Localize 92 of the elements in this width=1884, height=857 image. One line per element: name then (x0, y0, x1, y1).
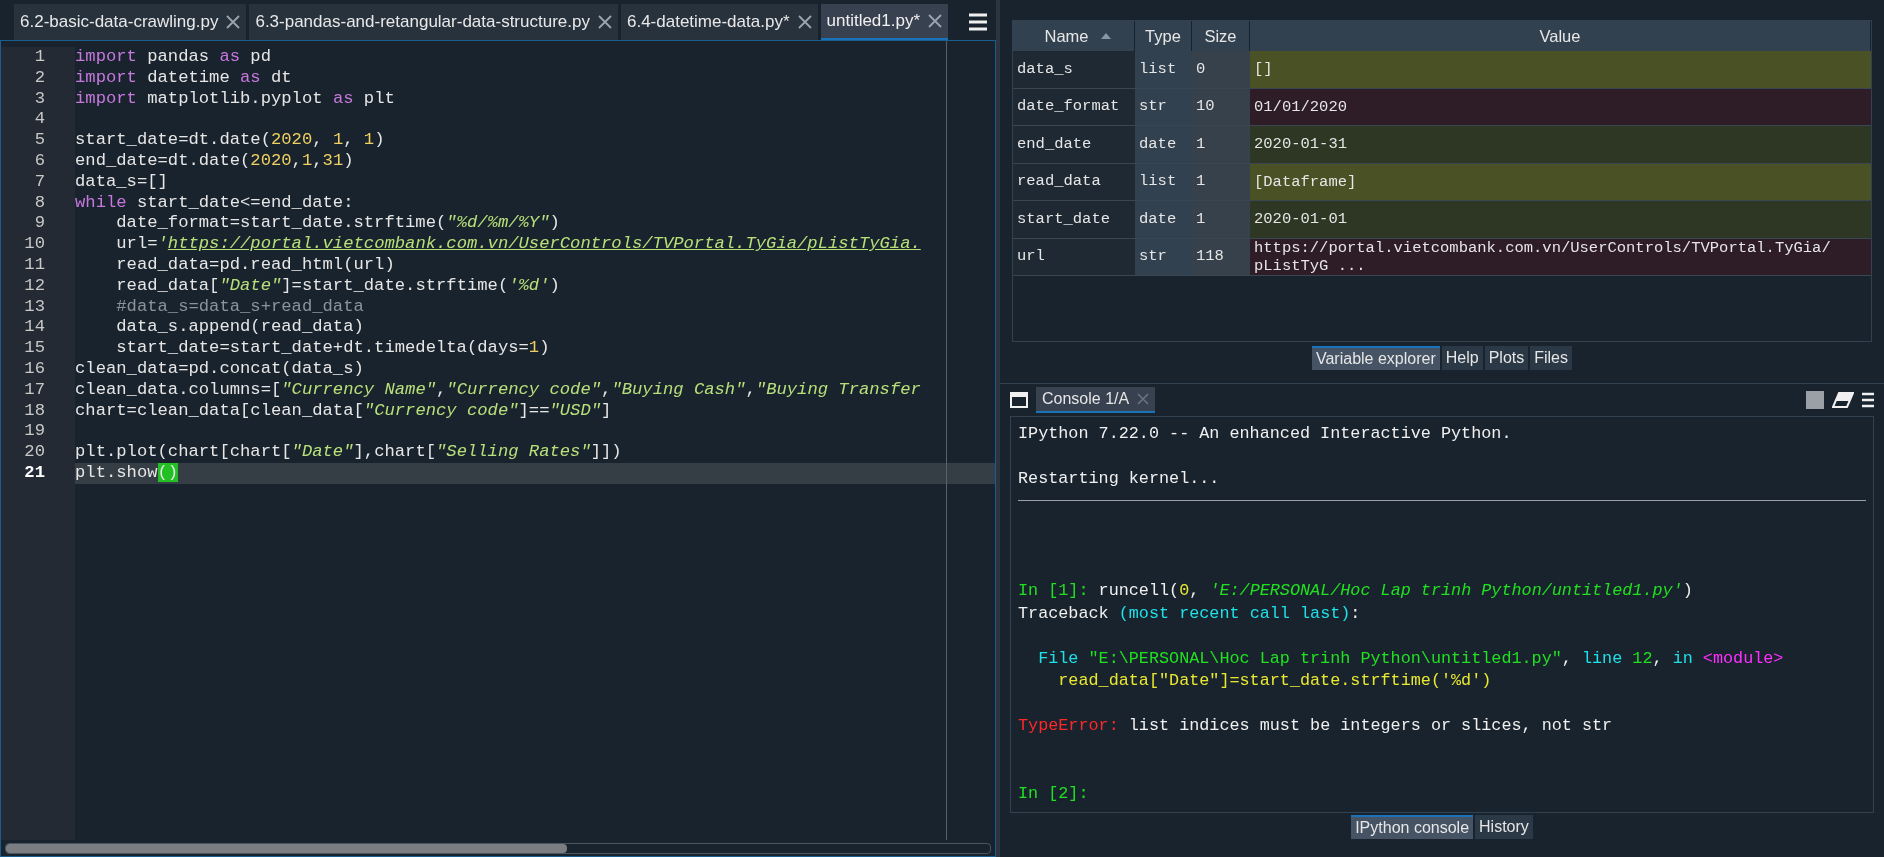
pane-tab[interactable]: IPython console (1351, 815, 1474, 839)
table-cell: data_s (1013, 51, 1135, 88)
table-cell: 0 (1192, 51, 1250, 88)
table-cell: [] (1250, 51, 1871, 88)
code-line: read_data["Date"]=start_date.strftime('%d') (115, 275, 560, 297)
line-number: 21 (1, 462, 75, 484)
line-number: 17 (1, 379, 75, 401)
code-line: import datetime as dt (75, 67, 292, 89)
table-cell: 2020-01-01 (1250, 201, 1871, 238)
pane-tab[interactable]: Files (1530, 346, 1572, 370)
table-cell: str (1135, 88, 1192, 125)
console-line: In [2]: (1018, 782, 1089, 805)
line-number: 1 (1, 47, 75, 68)
code-line: date_format=start_date.strftime("%d/%m/%Y") (115, 213, 560, 235)
table-cell: 1 (1192, 163, 1250, 200)
file-tab[interactable]: 6.2-basic-data-crawling.py (14, 4, 247, 40)
table-cell: end_date (1013, 126, 1135, 163)
code-line: clean_data.columns=["Currency Name","Currency code","Buying Cash","Buying Transfer (75, 379, 921, 401)
console-line: File "E:\PERSONAL\Hoc Lap trinh Python\untitled1.py", line 12, in <module> (1037, 647, 1784, 670)
table-cell: 01/01/2020 (1250, 88, 1871, 125)
pane-tab[interactable]: Plots (1484, 346, 1529, 370)
window-icon[interactable] (1010, 392, 1028, 408)
code-line: #data_s=data_s+read_data (115, 296, 364, 318)
line-number: 8 (1, 192, 75, 214)
table-cell: date (1135, 201, 1192, 238)
menu-icon[interactable] (1862, 392, 1874, 408)
table-cell: date_format (1013, 88, 1135, 125)
code-line: clean_data=pd.concat(data_s) (75, 358, 364, 380)
code-line: data_s.append(read_data) (115, 317, 364, 339)
line-number: 2 (1, 67, 75, 89)
table-cell: str (1135, 238, 1192, 275)
menu-icon[interactable] (968, 13, 988, 31)
table-cell: date (1135, 126, 1192, 163)
close-icon[interactable] (928, 14, 943, 28)
code-line: start_date=start_date+dt.timedelta(days=1) (115, 338, 550, 359)
code-line: plt.plot(chart[chart["Date"],chart["Selling Rates"]]) (75, 442, 622, 463)
code-line: end_date=dt.date(2020,1,31) (75, 151, 354, 172)
line-number: 12 (1, 275, 75, 297)
console-line: Restarting kernel... (1018, 467, 1220, 490)
console-line: TypeError: list indices must be integers or slices, not str (1018, 715, 1613, 738)
table-cell: start_date (1013, 201, 1135, 238)
line-number: 6 (1, 151, 75, 172)
close-icon[interactable] (226, 15, 241, 29)
table-cell: 2020-01-31 (1250, 126, 1871, 163)
close-icon[interactable] (597, 15, 612, 29)
line-number: 3 (1, 88, 75, 110)
code-line: while start_date<=end_date: (75, 192, 354, 214)
sort-ascending-icon (1100, 33, 1111, 39)
code-line: url='https://portal.vietcombank.com.vn/UserControls/TVPortal.TyGia/pListTyGia. (115, 234, 921, 255)
console-line: IPython 7.22.0 -- An enhanced Interactive Python. (1018, 422, 1512, 445)
table-cell: 1 (1192, 201, 1250, 238)
pane-tab[interactable]: History (1475, 815, 1533, 839)
pane-tab[interactable]: Help (1441, 346, 1483, 370)
table-cell: 118 (1192, 238, 1250, 275)
line-number: 7 (1, 171, 75, 193)
console-tab[interactable]: Console 1/A (1036, 387, 1156, 413)
code-line: import pandas as pd (75, 47, 271, 68)
table-cell: https://portal.vietcombank.com.vn/UserControls/TVPortal.TyGia/ pListTyG ... (1250, 238, 1871, 275)
line-number: 16 (1, 358, 75, 380)
line-number: 19 (1, 421, 75, 443)
code-line: start_date=dt.date(2020, 1, 1) (75, 130, 385, 151)
eraser-icon[interactable] (1832, 392, 1854, 408)
table-cell: list (1135, 163, 1192, 200)
table-cell: [Dataframe] (1250, 163, 1871, 200)
line-number: 4 (1, 109, 75, 131)
table-cell: read_data (1013, 163, 1135, 200)
file-tab[interactable]: 6.4-datetime-data.py* (620, 4, 818, 40)
line-number: 11 (1, 254, 75, 276)
line-number: 9 (1, 213, 75, 235)
code-line: import matplotlib.pyplot as plt (75, 88, 395, 110)
line-number: 18 (1, 400, 75, 422)
line-number: 15 (1, 338, 75, 359)
table-cell: 10 (1192, 88, 1250, 125)
line-number: 5 (1, 130, 75, 151)
console-line: Traceback (most recent call last): (1018, 602, 1361, 625)
horizontal-scrollbar[interactable] (5, 842, 991, 854)
line-number: 14 (1, 317, 75, 339)
code-line: chart=clean_data[clean_data["Currency code"]=="USD"] (75, 400, 612, 422)
line-number: 13 (1, 296, 75, 318)
console-line: read_data["Date"]=start_date.strftime('%d') (1057, 670, 1492, 693)
close-icon[interactable] (797, 15, 812, 29)
code-line: data_s=[] (75, 171, 168, 193)
file-tab[interactable]: untitled1.py* (820, 4, 949, 40)
file-tab[interactable]: 6.3-pandas-and-retangular-data-structure.py (249, 4, 618, 40)
line-number: 10 (1, 234, 75, 255)
console-line: In [1]: runcell(0, 'E:/PERSONAL/Hoc Lap trinh Python/untitled1.py') (1018, 580, 1693, 603)
code-line: read_data=pd.read_html(url) (115, 254, 395, 276)
table-cell: 1 (1192, 126, 1250, 163)
table-cell: url (1013, 238, 1135, 275)
table-cell: list (1135, 51, 1192, 88)
line-number: 20 (1, 442, 75, 463)
pane-tab[interactable]: Variable explorer (1312, 346, 1440, 370)
